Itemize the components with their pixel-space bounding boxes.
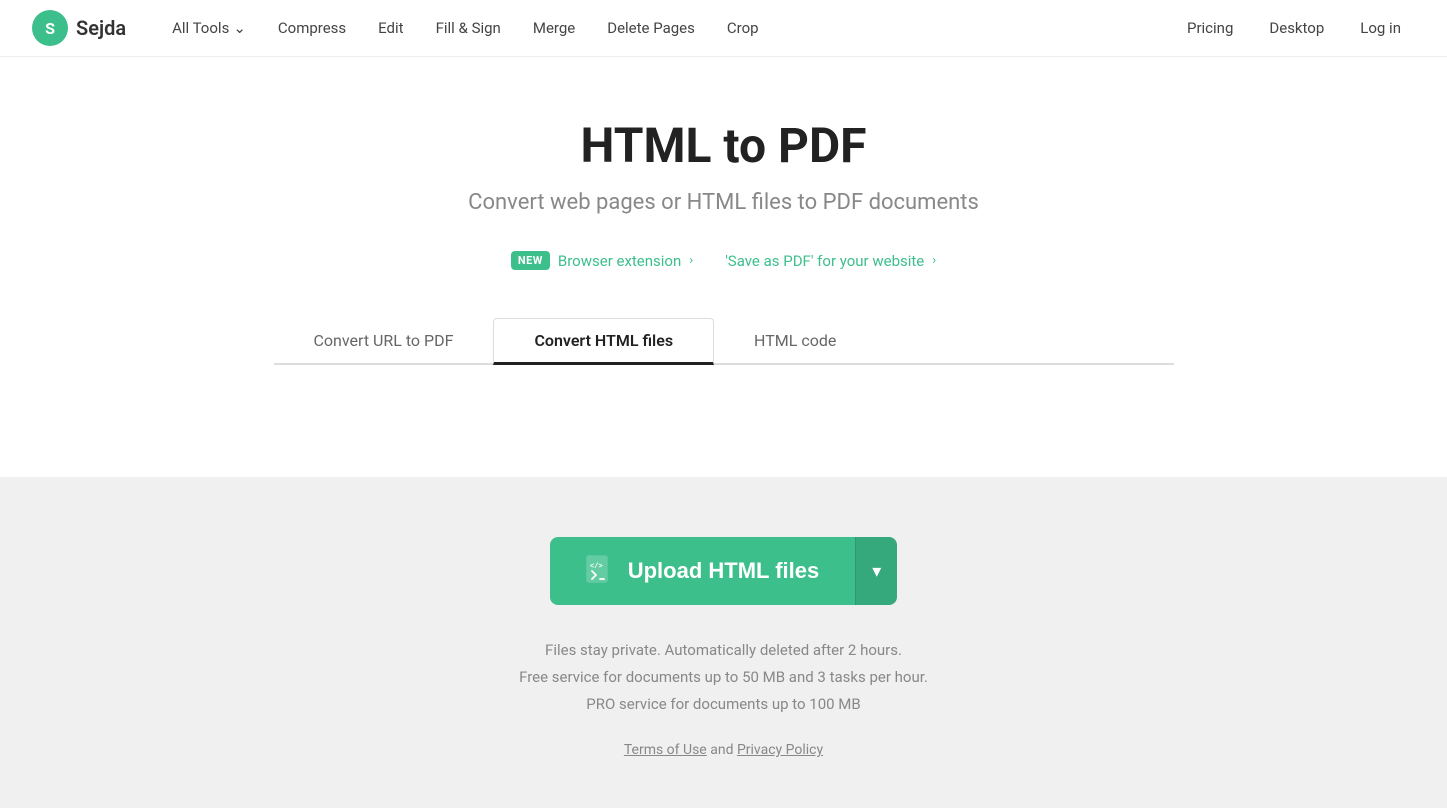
upload-info: Files stay private. Automatically delete… xyxy=(519,637,928,718)
terms-row: Terms of Use and Privacy Policy xyxy=(624,742,823,758)
nav-delete-pages[interactable]: Delete Pages xyxy=(593,11,709,45)
page-title: HTML to PDF xyxy=(581,117,867,174)
chevron-right-icon: › xyxy=(689,253,693,268)
browser-extension-badge[interactable]: NEW Browser extension › xyxy=(511,251,693,270)
logo-text: Sejda xyxy=(76,16,126,40)
nav-all-tools[interactable]: All Tools ⌄ xyxy=(158,11,260,45)
upload-section: </> Upload HTML files ▾ Files stay priva… xyxy=(0,477,1447,808)
chevron-down-icon: ⌄ xyxy=(233,19,246,37)
and-text: and xyxy=(710,742,737,758)
upload-info-line-2: Free service for documents up to 50 MB a… xyxy=(519,664,928,691)
upload-info-line-3: PRO service for documents up to 100 MB xyxy=(519,691,928,718)
new-badge: NEW xyxy=(511,251,550,270)
tab-convert-html-files[interactable]: Convert HTML files xyxy=(493,318,714,365)
tabs-container: Convert URL to PDF Convert HTML files HT… xyxy=(274,318,1174,365)
upload-button-container: </> Upload HTML files ▾ xyxy=(550,537,898,605)
nav-links: All Tools ⌄ Compress Edit Fill & Sign Me… xyxy=(158,11,1173,45)
nav-desktop[interactable]: Desktop xyxy=(1255,11,1338,45)
logo[interactable]: S Sejda xyxy=(32,10,126,46)
privacy-link[interactable]: Privacy Policy xyxy=(737,742,823,758)
logo-icon: S xyxy=(32,10,68,46)
tab-html-code[interactable]: HTML code xyxy=(714,319,876,365)
upload-info-line-1: Files stay private. Automatically delete… xyxy=(519,637,928,664)
html-file-icon: </> xyxy=(586,555,614,587)
nav-fill-sign[interactable]: Fill & Sign xyxy=(422,11,515,45)
browser-extension-label: Browser extension xyxy=(558,252,681,270)
tab-convert-url[interactable]: Convert URL to PDF xyxy=(274,319,494,365)
nav-crop[interactable]: Crop xyxy=(713,11,773,45)
terms-link[interactable]: Terms of Use xyxy=(624,742,707,758)
nav-edit[interactable]: Edit xyxy=(364,11,417,45)
page-subtitle: Convert web pages or HTML files to PDF d… xyxy=(468,190,979,215)
upload-html-files-button[interactable]: </> Upload HTML files xyxy=(550,537,856,605)
chevron-right-icon-2: › xyxy=(932,253,936,268)
nav-right: Pricing Desktop Log in xyxy=(1173,11,1415,45)
svg-text:</>: </> xyxy=(590,563,603,571)
nav-login[interactable]: Log in xyxy=(1346,11,1415,45)
main-content: HTML to PDF Convert web pages or HTML fi… xyxy=(0,57,1447,477)
save-as-pdf-label: 'Save as PDF' for your website xyxy=(725,252,924,270)
nav-pricing[interactable]: Pricing xyxy=(1173,11,1247,45)
upload-button-label: Upload HTML files xyxy=(628,558,820,584)
save-as-pdf-badge[interactable]: 'Save as PDF' for your website › xyxy=(725,252,936,270)
upload-dropdown-button[interactable]: ▾ xyxy=(855,537,897,605)
nav-compress[interactable]: Compress xyxy=(264,11,360,45)
badges-row: NEW Browser extension › 'Save as PDF' fo… xyxy=(511,251,936,270)
dropdown-arrow-icon: ▾ xyxy=(872,561,881,582)
nav-merge[interactable]: Merge xyxy=(519,11,589,45)
